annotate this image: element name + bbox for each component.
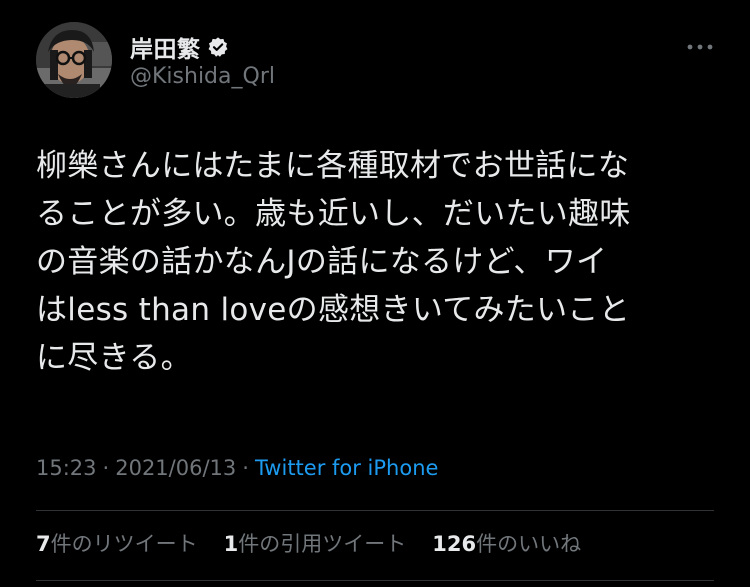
retweets-stat[interactable]: 7件のリツイート: [36, 528, 198, 558]
tweet-meta: 15:23 · 2021/06/13 · Twitter for iPhone: [36, 456, 438, 480]
tweet-text: 柳樂さんにはたまに各種取材でお世話にな ることが多い。歳も近いし、だいたい趣味 …: [36, 148, 631, 376]
user-handle[interactable]: @Kishida_Qrl: [130, 64, 275, 89]
meta-separator-2: ·: [242, 456, 249, 480]
likes-label: 件のいいね: [476, 532, 582, 556]
verified-badge-icon: [207, 36, 229, 58]
author-block[interactable]: 岸田繁 @Kishida_Qrl: [130, 32, 275, 89]
tweet-source-link[interactable]: Twitter for iPhone: [255, 456, 439, 480]
quotes-label: 件の引用ツイート: [238, 532, 407, 556]
retweets-label: 件のリツイート: [50, 532, 198, 556]
divider: [36, 510, 714, 511]
likes-count: 126: [432, 532, 477, 556]
more-options-icon[interactable]: [684, 36, 716, 58]
name-row: 岸田繁: [130, 30, 275, 64]
meta-separator: ·: [102, 456, 110, 480]
tweet-detail: 岸田繁 @Kishida_Qrl 柳樂さんにはたまに各種取材でお世話にな ること…: [0, 0, 750, 587]
quotes-stat[interactable]: 1件の引用ツイート: [224, 528, 407, 558]
engagement-stats: 7件のリツイート 1件の引用ツイート 126件のいいね: [36, 528, 607, 558]
display-name[interactable]: 岸田繁: [130, 30, 201, 64]
tweet-date[interactable]: 2021/06/13: [115, 456, 236, 480]
likes-stat[interactable]: 126件のいいね: [432, 528, 581, 558]
divider-bottom: [36, 580, 714, 581]
retweets-count: 7: [36, 532, 51, 556]
avatar-image: [36, 22, 112, 98]
avatar[interactable]: [36, 22, 112, 98]
tweet-time[interactable]: 15:23: [36, 456, 97, 480]
quotes-count: 1: [223, 532, 239, 556]
